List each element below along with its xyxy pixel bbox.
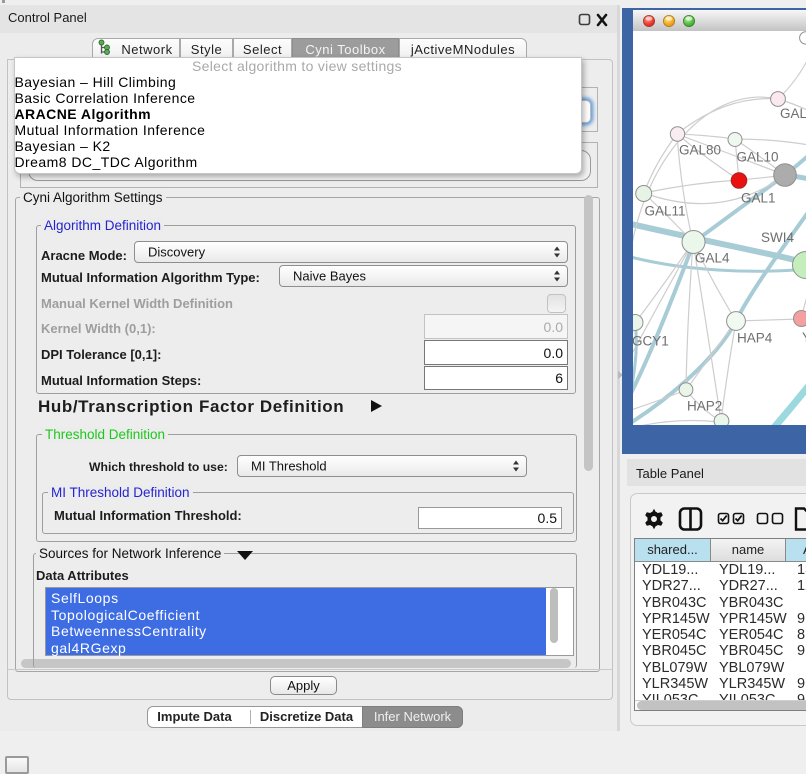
svg-text:Y: Y	[802, 330, 806, 345]
svg-text:HAP2: HAP2	[687, 399, 722, 414]
svg-text:GAL11: GAL11	[645, 204, 686, 219]
svg-text:GAL80: GAL80	[679, 143, 721, 158]
svg-text:GAL7: GAL7	[780, 106, 806, 121]
svg-text:GAL1: GAL1	[741, 191, 776, 206]
svg-text:SWI4: SWI4	[761, 230, 794, 245]
svg-text:GCY1: GCY1	[633, 334, 669, 349]
svg-text:GAL4: GAL4	[695, 251, 730, 266]
svg-text:GAL10: GAL10	[737, 150, 779, 165]
svg-text:HAP4: HAP4	[737, 331, 773, 346]
